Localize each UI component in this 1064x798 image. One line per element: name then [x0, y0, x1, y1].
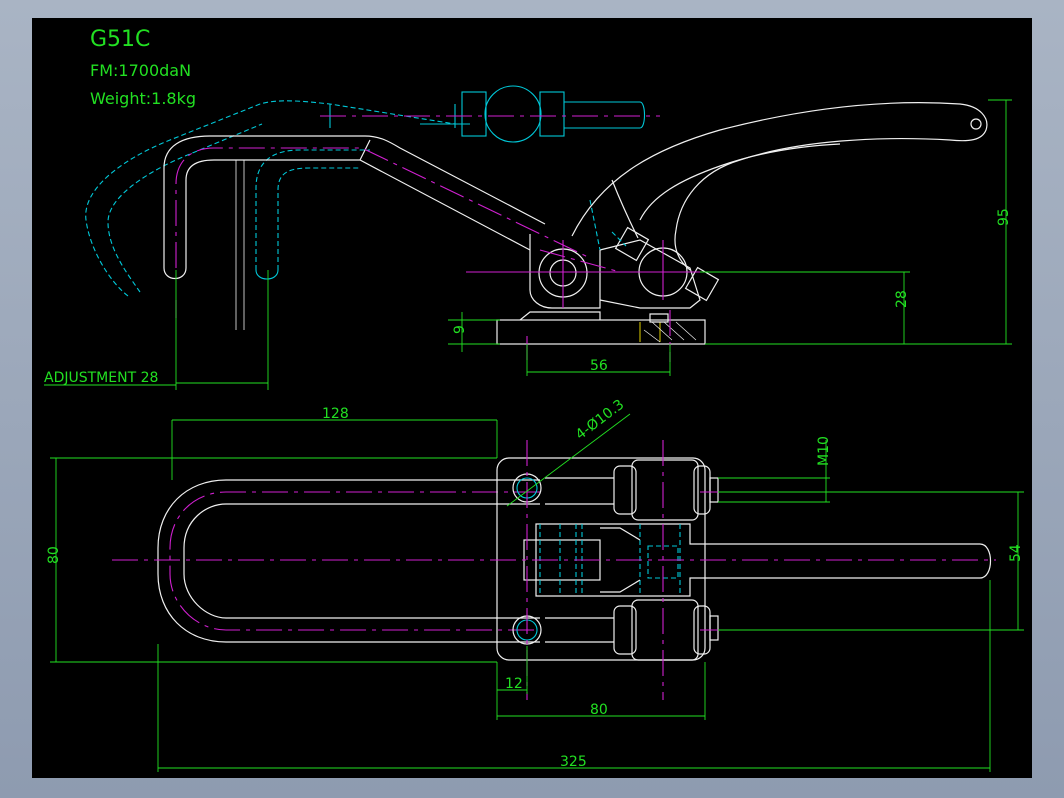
dim-128: 128 — [322, 406, 349, 422]
dim-54: 54 — [1008, 544, 1024, 562]
side-dimensions: ADJUSTMENT 28 9 56 28 95 — [44, 99, 1012, 390]
clevis-top — [631, 459, 699, 521]
top-dimensions: 128 4-Ø10.3 M10 80 54 12 80 325 — [46, 397, 1024, 772]
weight-label: Weight:1.8kg — [90, 89, 196, 108]
nut-top-left — [613, 465, 637, 515]
base-plate — [496, 319, 706, 345]
model-label: G51C — [90, 27, 150, 52]
open-hook-ghost — [85, 100, 456, 297]
dim-80-bottom: 80 — [590, 702, 608, 718]
ghost-nut-right — [539, 91, 565, 137]
force-label: FM:1700daN — [90, 61, 191, 80]
dim-adjustment: ADJUSTMENT 28 — [44, 370, 158, 386]
nut-a — [614, 226, 650, 262]
cad-viewport[interactable]: G51C FM:1700daN Weight:1.8kg ADJUSTMENT … — [32, 18, 1032, 778]
ghost-ball — [484, 85, 542, 143]
dim-28: 28 — [894, 290, 910, 308]
u-hook-inner — [183, 503, 540, 619]
dim-m10: M10 — [816, 436, 832, 466]
side-view — [85, 85, 988, 362]
drawing-canvas: G51C FM:1700daN Weight:1.8kg ADJUSTMENT … — [44, 27, 1024, 772]
nut-bottom-left — [613, 605, 637, 655]
dim-12: 12 — [505, 676, 523, 692]
dim-95: 95 — [996, 208, 1012, 226]
dim-56: 56 — [590, 358, 608, 374]
hook-body — [163, 135, 546, 268]
ghost-nut-left — [461, 91, 487, 137]
dim-9: 9 — [452, 325, 468, 334]
dim-80-left: 80 — [46, 546, 62, 564]
clevis-bottom — [631, 599, 699, 661]
top-view — [112, 440, 996, 700]
dim-325: 325 — [560, 754, 587, 770]
